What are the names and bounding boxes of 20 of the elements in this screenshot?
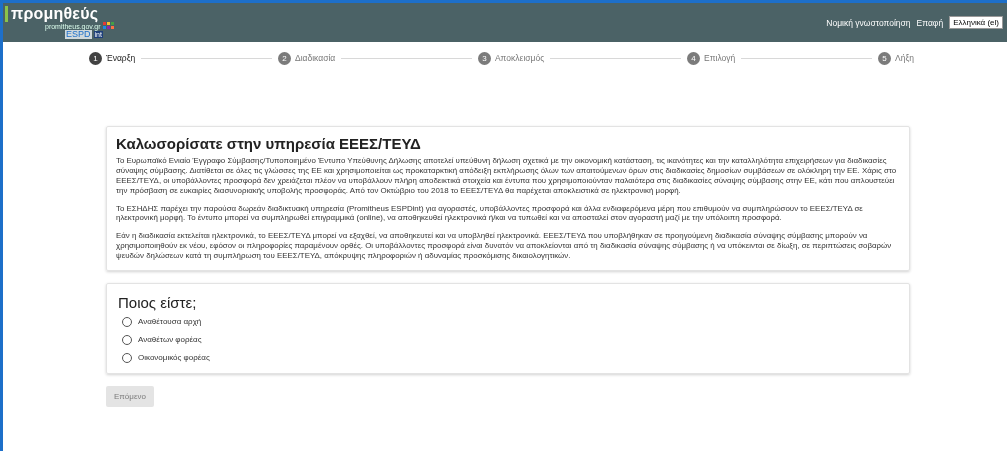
card-title: Καλωσορίσατε στην υπηρεσία ΕΕΕΣ/ΤΕΥΔ (116, 135, 422, 152)
radio-label[interactable]: Αναθέτων φορέας (138, 335, 202, 345)
radio-label[interactable]: Αναθέτουσα αρχή (138, 317, 202, 327)
step-number: 5 (878, 51, 892, 65)
color-squares-icon (102, 22, 115, 30)
step-number: 1 (89, 51, 102, 65)
radio-label[interactable]: Οικονομικός φορέας (138, 353, 210, 363)
step-number: 2 (277, 51, 291, 65)
step-label: Αποκλεισμός (494, 53, 545, 63)
step-label: Διαδικασία (294, 53, 336, 63)
section-title: Ποιος είστε; (118, 293, 198, 311)
step-label: Επιλογή (704, 53, 736, 63)
step-label: Έναρξη (106, 53, 136, 63)
logo-product: ESPD (65, 30, 92, 39)
step-label: Λήξη (895, 53, 914, 63)
language-select[interactable]: Ελληνικά (el) (949, 16, 1003, 29)
step-number: 4 (687, 51, 700, 65)
nav-link[interactable]: Επαφή (916, 17, 944, 28)
step-number: 3 (477, 51, 491, 65)
nav-link[interactable]: Νομική γνωστοποίηση (826, 17, 911, 28)
